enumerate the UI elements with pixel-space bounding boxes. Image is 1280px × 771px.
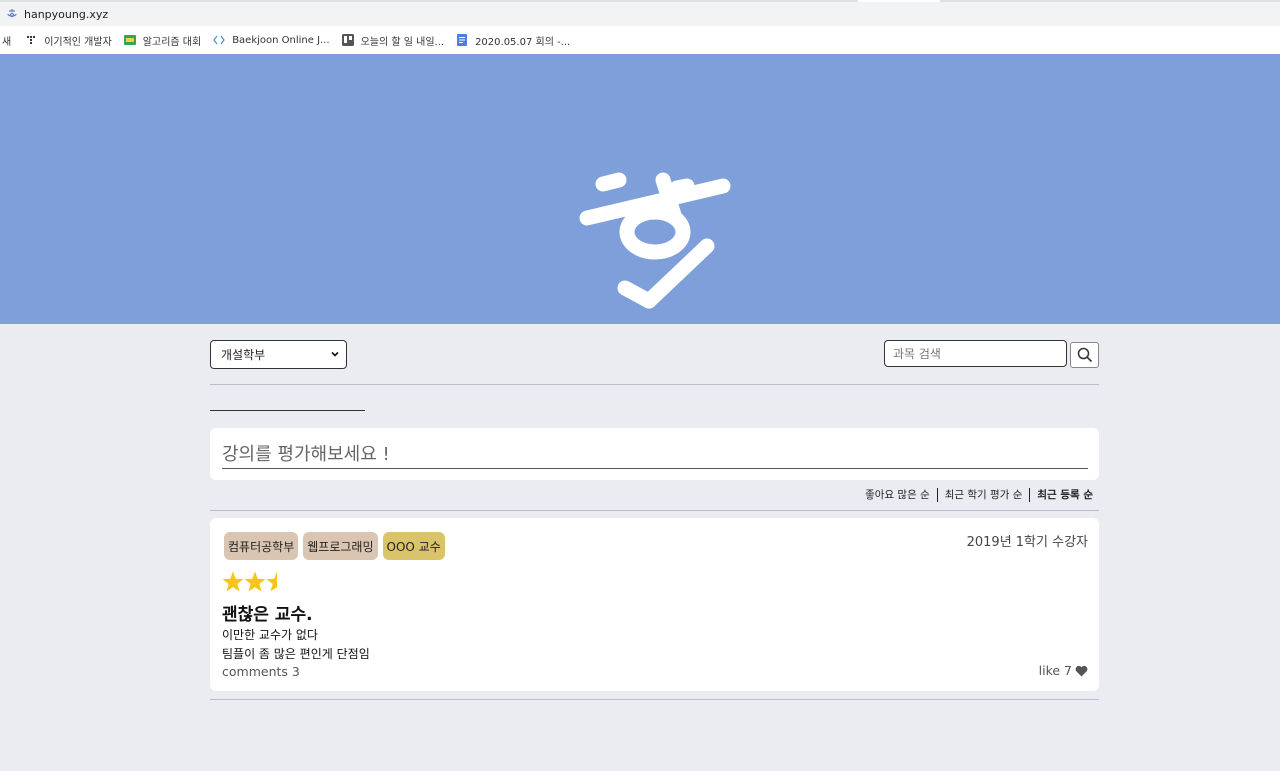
course-search-input[interactable] — [884, 340, 1067, 367]
bookmark-label: 새 — [2, 36, 12, 48]
bookmark-baekjoon[interactable]: Baekjoon Online J... — [207, 27, 335, 53]
review-body-line: 이만한 교수가 없다 — [222, 628, 318, 642]
sort-most-liked[interactable]: 좋아요 많은 순 — [858, 488, 937, 502]
write-review-card — [210, 428, 1099, 480]
review-title: 괜찮은 교수. — [222, 605, 313, 625]
department-select[interactable]: 개설학부 — [210, 340, 347, 369]
comments-link[interactable]: comments 3 — [222, 664, 300, 679]
tag-professor[interactable]: OOO 교수 — [382, 532, 445, 560]
department-select-value: 개설학부 — [221, 348, 266, 362]
bookmark-label: Baekjoon Online J... — [232, 34, 330, 46]
star-full-icon — [244, 571, 266, 592]
filter-toolbar: 개설학부 — [210, 340, 1099, 370]
divider — [210, 384, 1099, 385]
sort-options: 좋아요 많은 순 최근 학기 평가 순 최근 등록 순 — [210, 486, 1099, 504]
dots-logo-icon — [27, 35, 36, 45]
trello-board-icon — [341, 34, 354, 46]
bookmark-label: 이기적인 개발자 — [44, 36, 112, 48]
tag-course[interactable]: 웹프로그래밍 — [303, 532, 378, 560]
bookmark-algorithm-contest[interactable]: 알고리즘 대회 — [118, 27, 207, 53]
heart-icon — [1075, 665, 1088, 676]
green-site-icon — [123, 35, 136, 45]
bookmark-label: 오늘의 할 일 내일... — [360, 36, 445, 48]
hanpyoung-logo-icon[interactable] — [575, 168, 735, 312]
star-full-icon — [222, 571, 244, 592]
tag-department[interactable]: 컴퓨터공학부 — [224, 532, 299, 560]
divider — [210, 510, 1099, 511]
sort-recent-semester[interactable]: 최근 학기 평가 순 — [938, 488, 1030, 502]
browser-chrome: hanpyoung.xyz 새 이기적인 개발자 알고리즘 대회 Baekjoo… — [0, 0, 1280, 54]
site-favicon-icon — [7, 9, 17, 18]
bookmark-new[interactable]: 새 — [0, 27, 19, 53]
write-review-input[interactable] — [222, 440, 1088, 469]
section-underline — [210, 410, 365, 411]
bookmark-label: 알고리즘 대회 — [142, 36, 202, 48]
bookmark-todo[interactable]: 오늘의 할 일 내일... — [336, 27, 450, 53]
bookmark-selfish-dev[interactable]: 이기적인 개발자 — [19, 27, 118, 53]
like-button[interactable]: like 7 — [1039, 663, 1088, 678]
address-bar[interactable]: hanpyoung.xyz — [0, 2, 1280, 26]
google-docs-icon — [457, 34, 468, 46]
magnifier-icon — [1077, 347, 1092, 363]
sort-recent-registered[interactable]: 최근 등록 순 — [1030, 488, 1099, 502]
star-half-icon — [266, 571, 277, 592]
review-body-line: 팀플이 좀 많은 편인게 단점임 — [222, 647, 370, 661]
star-rating — [222, 571, 277, 592]
code-brackets-icon — [213, 35, 225, 45]
bookmark-meeting-doc[interactable]: 2020.05.07 회의 -... — [450, 27, 576, 53]
chevron-down-icon — [331, 351, 339, 357]
like-count: like 7 — [1038, 663, 1072, 678]
search-button[interactable] — [1070, 342, 1099, 368]
address-text[interactable]: hanpyoung.xyz — [24, 8, 108, 21]
review-semester: 2019년 1학기 수강자 — [966, 535, 1088, 550]
bookmarks-bar: 새 이기적인 개발자 알고리즘 대회 Baekjoon Online J... — [0, 27, 1280, 53]
review-card[interactable]: 컴퓨터공학부 웹프로그래밍 OOO 교수 2019년 1학기 수강자 괜찮은 교… — [210, 518, 1099, 691]
divider — [210, 699, 1099, 700]
bookmark-label: 2020.05.07 회의 -... — [475, 36, 571, 48]
review-tags: 컴퓨터공학부 웹프로그래밍 OOO 교수 — [224, 532, 445, 560]
